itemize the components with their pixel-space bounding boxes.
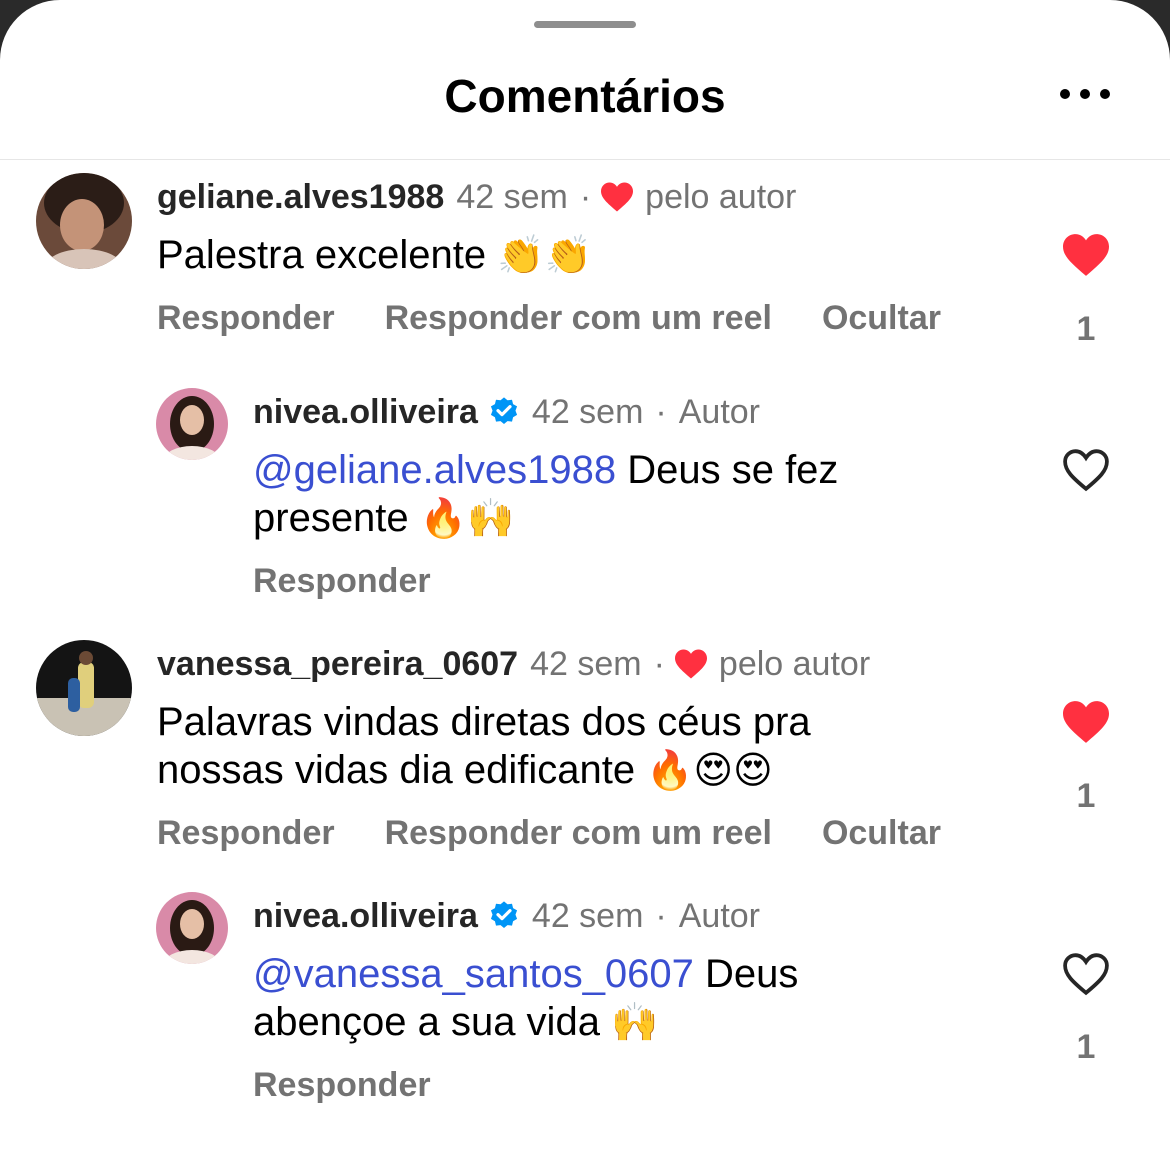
like-heart-outline-icon[interactable]: [1060, 951, 1112, 997]
comment-actions: Responder Responder com um reel Ocultar: [157, 298, 991, 338]
comment-body: nossas vidas dia edificante: [157, 748, 636, 792]
comment-meta: vanessa_pereira_0607 42 sem · pelo autor: [157, 644, 870, 684]
comment-body: Palestra excelente: [157, 233, 487, 277]
comment-body: abençoe a sua vida: [253, 1000, 600, 1044]
avatar[interactable]: [36, 173, 132, 269]
emoji: 🔥😍😍: [646, 748, 773, 792]
comment-body: Palavras vindas diretas dos céus pra: [157, 700, 811, 744]
comment-text: Palavras vindas diretas dos céus pra nos…: [157, 698, 1027, 794]
more-options-icon[interactable]: [1060, 82, 1110, 106]
hide-button[interactable]: Ocultar: [822, 814, 941, 852]
comment-meta: geliane.alves1988 42 sem · pelo autor: [157, 177, 796, 217]
mention-link[interactable]: @geliane.alves1988: [253, 448, 616, 492]
timestamp: 42 sem: [531, 393, 644, 431]
emoji: 👏👏: [497, 233, 592, 277]
reply-button[interactable]: Responder: [253, 1066, 431, 1104]
author-label: Autor: [678, 393, 760, 431]
emoji: 🙌: [611, 1000, 659, 1044]
header-divider: [0, 159, 1170, 160]
hide-button[interactable]: Ocultar: [822, 299, 941, 337]
username[interactable]: vanessa_pereira_0607: [157, 644, 518, 684]
emoji: 🔥🙌: [419, 496, 515, 540]
timestamp: 42 sem: [456, 178, 568, 216]
avatar[interactable]: [36, 640, 132, 736]
verified-badge-icon: [490, 901, 517, 928]
comment-body: Deus: [705, 952, 799, 996]
page-title: Comentários: [444, 70, 726, 122]
separator-dot: ·: [655, 897, 667, 935]
separator-dot: ·: [655, 393, 667, 431]
reply-with-reel-button[interactable]: Responder com um reel: [385, 814, 772, 852]
comment-body: Deus se fez: [627, 448, 839, 492]
separator-dot: ·: [579, 178, 592, 216]
liked-by-author-label: pelo autor: [718, 645, 871, 683]
reply-with-reel-button[interactable]: Responder com um reel: [385, 299, 772, 337]
liked-by-author-label: pelo autor: [645, 178, 797, 216]
username[interactable]: nivea.olliveira: [253, 392, 478, 432]
timestamp: 42 sem: [530, 645, 642, 683]
username[interactable]: geliane.alves1988: [157, 177, 444, 217]
author-label: Autor: [678, 897, 760, 935]
verified-badge-icon: [490, 397, 517, 424]
mention-link[interactable]: @vanessa_santos_0607: [253, 952, 694, 996]
comment-meta: nivea.olliveira 42 sem · Autor: [253, 392, 760, 432]
avatar[interactable]: [156, 388, 228, 460]
timestamp: 42 sem: [531, 897, 644, 935]
comment-actions: Responder: [253, 1065, 481, 1105]
heart-icon: [601, 182, 634, 212]
comment-body: presente: [253, 496, 409, 540]
separator-dot: ·: [653, 645, 665, 683]
comment-actions: Responder Responder com um reel Ocultar: [157, 813, 991, 853]
comments-sheet: Comentários geliane.alves1988 42 sem · p…: [0, 0, 1170, 1160]
like-heart-icon[interactable]: [1060, 232, 1112, 278]
reply-button[interactable]: Responder: [253, 562, 431, 600]
like-heart-icon[interactable]: [1060, 699, 1112, 745]
comment-meta: nivea.olliveira 42 sem · Autor: [253, 896, 760, 936]
avatar[interactable]: [156, 892, 228, 964]
heart-icon: [674, 649, 707, 679]
reply-button[interactable]: Responder: [157, 814, 335, 852]
like-count: 1: [1076, 777, 1096, 815]
like-heart-outline-icon[interactable]: [1060, 447, 1112, 493]
comment-text: @vanessa_santos_0607 Deus abençoe a sua …: [253, 950, 1033, 1046]
like-count: 1: [1076, 1028, 1096, 1066]
username[interactable]: nivea.olliveira: [253, 896, 478, 936]
comment-text: Palestra excelente 👏👏: [157, 231, 592, 279]
reply-button[interactable]: Responder: [157, 299, 335, 337]
comment-text: @geliane.alves1988 Deus se fez presente …: [253, 446, 1033, 542]
comment-actions: Responder: [253, 561, 481, 601]
drag-handle[interactable]: [534, 21, 636, 28]
like-count: 1: [1076, 310, 1096, 348]
